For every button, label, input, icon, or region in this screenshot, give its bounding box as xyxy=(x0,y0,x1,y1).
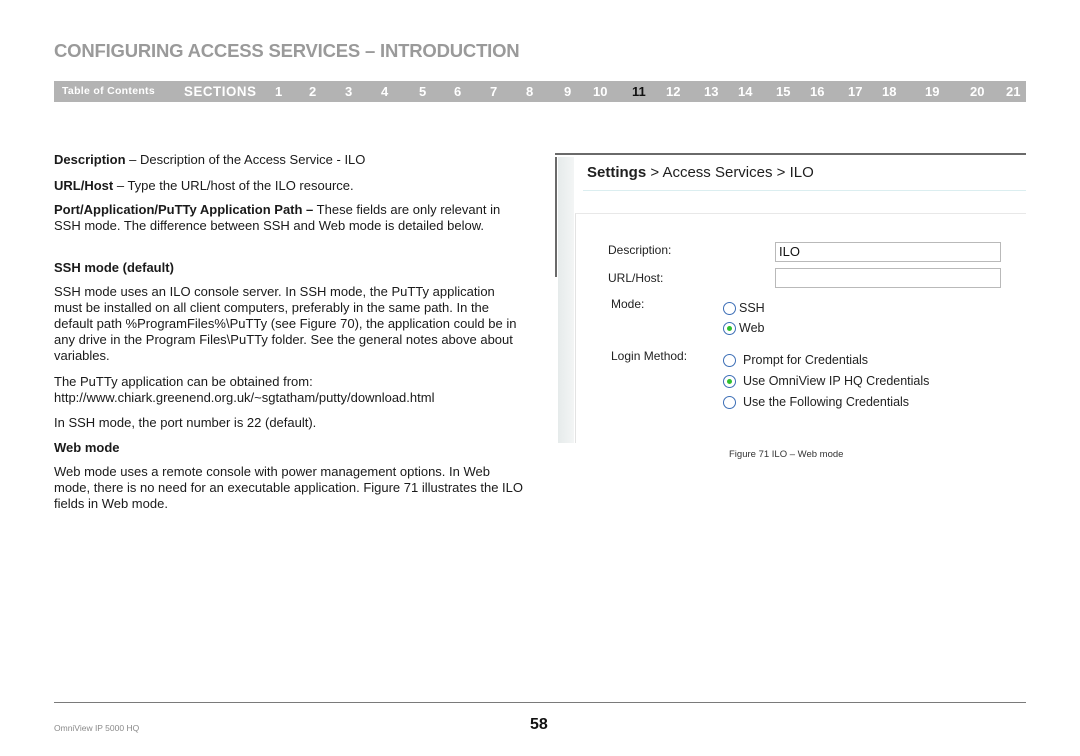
figure-side-strip xyxy=(558,157,574,443)
login-radio-omniview[interactable]: Use OmniView IP HQ Credentials xyxy=(723,374,929,388)
section-link-6[interactable]: 6 xyxy=(454,81,461,102)
login-radio-prompt[interactable]: Prompt for Credentials xyxy=(723,353,868,367)
login-following-label: Use the Following Credentials xyxy=(743,395,910,409)
page-number: 58 xyxy=(530,716,548,733)
login-method-label: Login Method: xyxy=(611,349,688,363)
description-term: Description xyxy=(54,152,126,167)
section-link-17[interactable]: 17 xyxy=(848,81,862,102)
putty-download-url[interactable]: http://www.chiark.greenend.org.uk/~sgtat… xyxy=(54,390,524,406)
breadcrumb-settings[interactable]: Settings xyxy=(587,164,646,181)
section-link-5[interactable]: 5 xyxy=(419,81,426,102)
mode-label: Mode: xyxy=(611,297,645,311)
login-radio-following[interactable]: Use the Following Credentials xyxy=(723,395,909,409)
url-host-term: URL/Host xyxy=(54,178,114,193)
web-mode-heading: Web mode xyxy=(54,440,120,455)
url-host-input[interactable] xyxy=(775,268,1001,288)
section-link-12[interactable]: 12 xyxy=(666,81,680,102)
section-link-1[interactable]: 1 xyxy=(275,81,282,102)
page-title: CONFIGURING ACCESS SERVICES – INTRODUCTI… xyxy=(54,40,520,61)
radio-unchecked-icon[interactable] xyxy=(723,301,736,315)
figure-left-border xyxy=(555,157,557,277)
section-link-13[interactable]: 13 xyxy=(704,81,718,102)
mode-radio-ssh[interactable]: SSH xyxy=(723,301,765,315)
section-link-10[interactable]: 10 xyxy=(593,81,607,102)
breadcrumb-path: > Access Services > ILO xyxy=(646,164,814,181)
radio-checked-icon[interactable] xyxy=(723,321,736,335)
login-omniview-label: Use OmniView IP HQ Credentials xyxy=(743,374,930,388)
mode-radio-web[interactable]: Web xyxy=(723,321,764,335)
ssh-mode-heading: SSH mode (default) xyxy=(54,260,174,275)
login-prompt-label: Prompt for Credentials xyxy=(743,353,869,367)
putty-source-line: The PuTTy application can be obtained fr… xyxy=(54,374,313,389)
table-of-contents-link[interactable]: Table of Contents xyxy=(62,81,155,102)
description-text: – Description of the Access Service - IL… xyxy=(125,152,366,167)
section-link-7[interactable]: 7 xyxy=(490,81,497,102)
section-link-2[interactable]: 2 xyxy=(309,81,316,102)
figure-caption: Figure 71 ILO – Web mode xyxy=(729,449,844,460)
section-link-16[interactable]: 16 xyxy=(810,81,824,102)
section-link-4[interactable]: 4 xyxy=(381,81,388,102)
description-input[interactable]: ILO xyxy=(775,242,1001,262)
section-link-11-active[interactable]: 11 xyxy=(632,81,646,102)
footer-divider xyxy=(54,702,1026,703)
section-link-15[interactable]: 15 xyxy=(776,81,790,102)
description-label: Description: xyxy=(608,243,672,257)
figure-top-border xyxy=(555,153,1026,155)
port-app-term: Port/Application/PuTTy Application Path … xyxy=(54,202,314,217)
footer-product-name: OmniView IP 5000 HQ xyxy=(54,723,140,733)
settings-breadcrumb: Settings > Access Services > ILO xyxy=(587,164,814,181)
radio-checked-icon[interactable] xyxy=(723,374,736,388)
section-link-19[interactable]: 19 xyxy=(925,81,939,102)
url-host-text: – Type the URL/host of the ILO resource. xyxy=(113,178,354,193)
ssh-port-paragraph: In SSH mode, the port number is 22 (defa… xyxy=(54,415,317,430)
ssh-mode-paragraph: SSH mode uses an ILO console server. In … xyxy=(54,284,517,363)
section-link-8[interactable]: 8 xyxy=(526,81,533,102)
url-host-paragraph: URL/Host – Type the URL/host of the ILO … xyxy=(54,178,524,194)
section-link-9[interactable]: 9 xyxy=(564,81,571,102)
radio-unchecked-icon[interactable] xyxy=(723,395,736,409)
web-mode-paragraph: Web mode uses a remote console with powe… xyxy=(54,464,524,511)
mode-web-label: Web xyxy=(739,321,765,335)
radio-unchecked-icon[interactable] xyxy=(723,353,736,367)
sections-label: SECTIONS xyxy=(184,83,257,99)
port-app-paragraph: Port/Application/PuTTy Application Path … xyxy=(54,202,524,234)
figure-ilo-web-mode: Settings > Access Services > ILO Descrip… xyxy=(555,153,1026,443)
description-paragraph: Description – Description of the Access … xyxy=(54,152,524,168)
breadcrumb-divider xyxy=(583,190,1026,191)
section-link-14[interactable]: 14 xyxy=(738,81,752,102)
section-navbar: Table of Contents SECTIONS 1 2 3 4 5 6 7… xyxy=(54,81,1026,102)
section-link-20[interactable]: 20 xyxy=(970,81,984,102)
url-host-label: URL/Host: xyxy=(608,271,664,285)
section-link-18[interactable]: 18 xyxy=(882,81,896,102)
section-link-3[interactable]: 3 xyxy=(345,81,352,102)
section-link-21[interactable]: 21 xyxy=(1006,81,1020,102)
mode-ssh-label: SSH xyxy=(739,301,765,315)
